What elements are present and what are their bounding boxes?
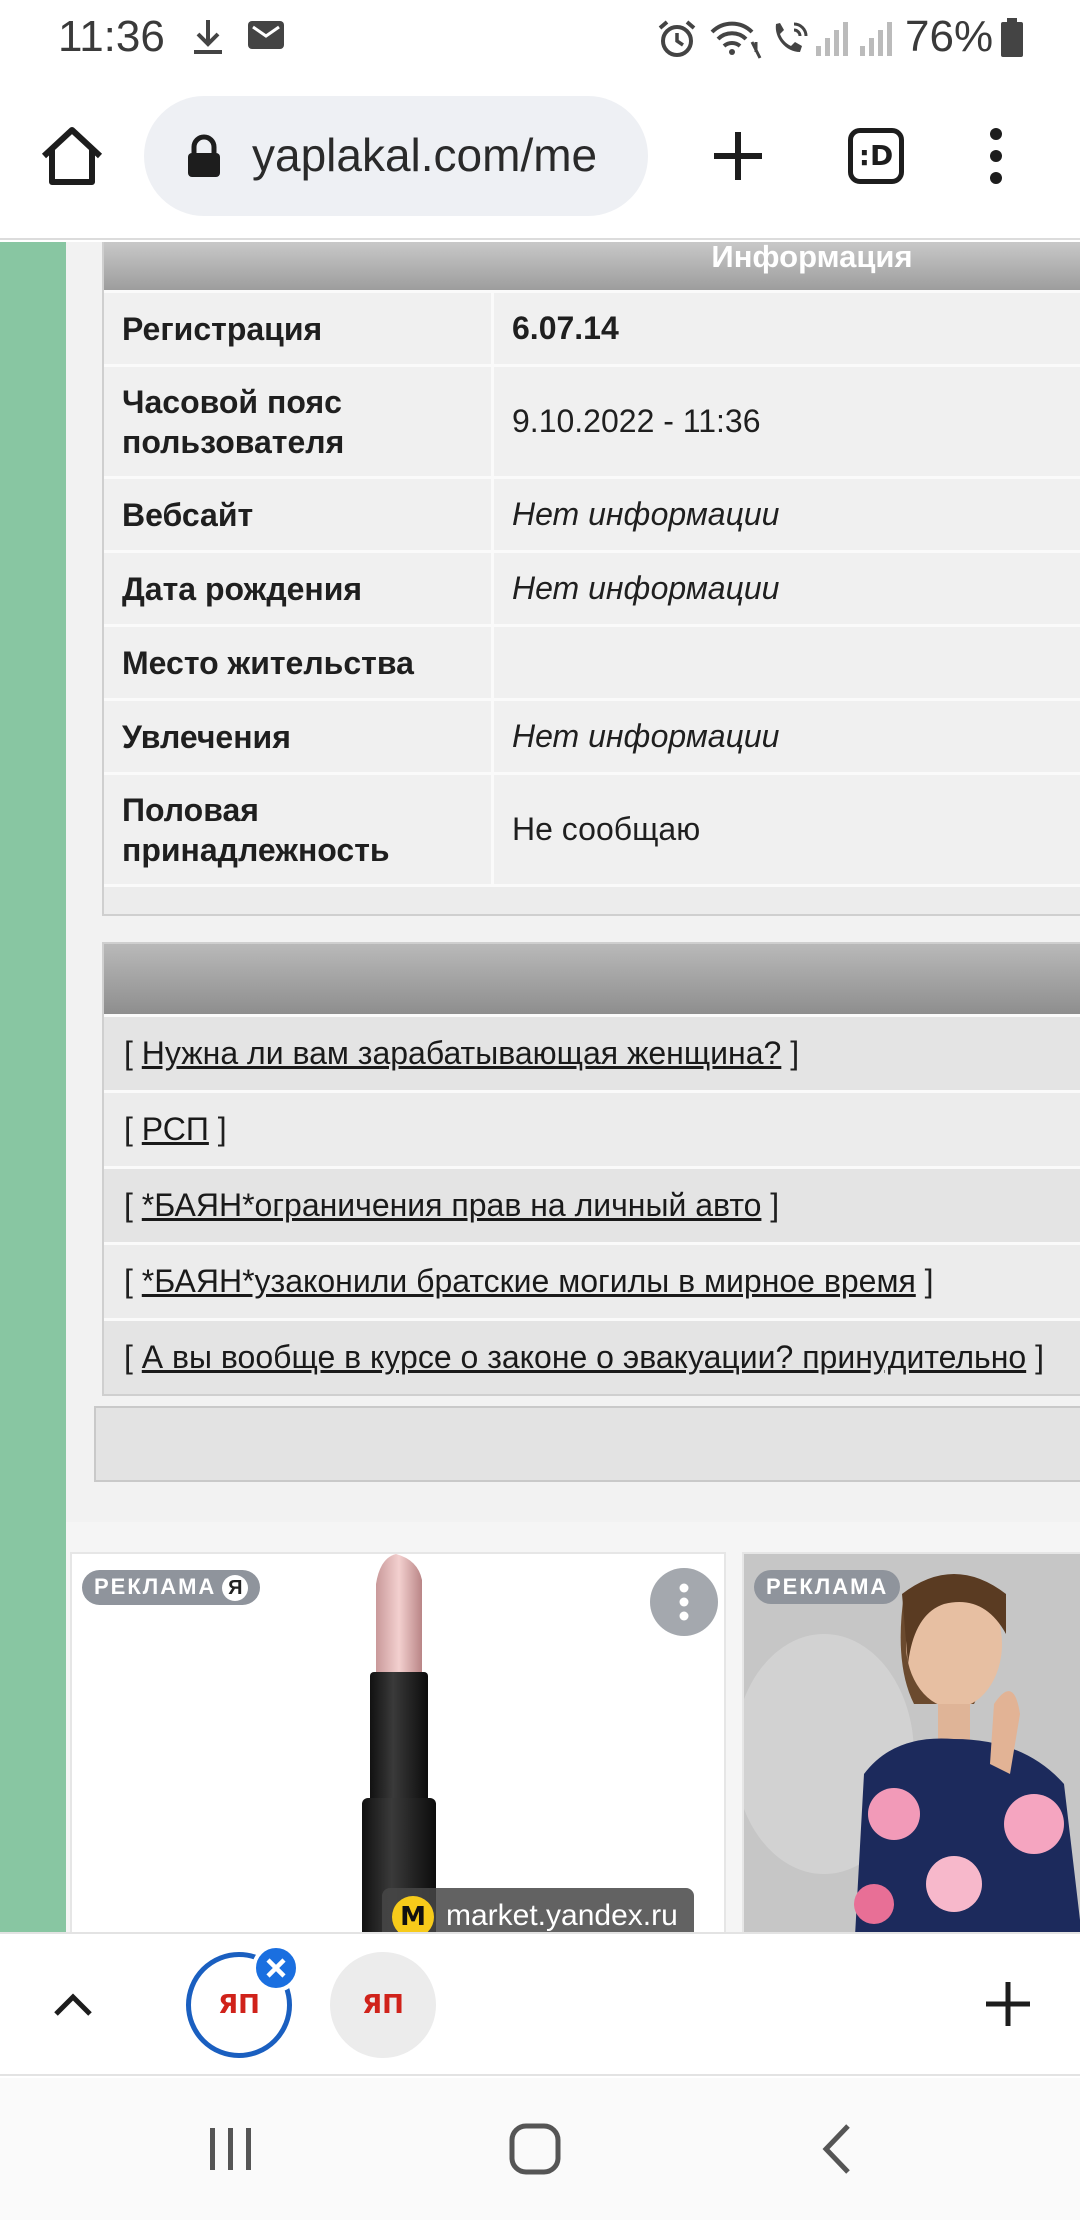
row-value [494, 627, 1080, 698]
row-label: Дата рождения [104, 553, 494, 624]
tab-favicon: ЯП [218, 1990, 260, 2020]
row-value: 6.07.14 [494, 293, 1080, 364]
topic-link[interactable]: *БАЯН*ограничения прав на личный авто [142, 1187, 762, 1224]
profile-info-table: Информация Регистрация 6.07.14 Часовой п… [102, 242, 1080, 916]
ad-card-lipstick[interactable]: РЕКЛАМА Я M market.yandex.ru [70, 1552, 726, 1932]
list-item: [ А вы вообще в курсе о законе о эвакуац… [104, 1318, 1080, 1394]
row-value: 9.10.2022 - 11:36 [494, 367, 1080, 476]
topic-link[interactable]: РСП [142, 1111, 209, 1148]
tab-switcher-button[interactable]: :D [848, 128, 904, 184]
more-vert-icon [679, 1583, 689, 1621]
topics-table: [ Нужна ли вам зарабатывающая женщина? ]… [102, 942, 1080, 1396]
tab-thumbnail[interactable]: ЯП [330, 1952, 436, 2058]
row-value: Нет информации [494, 553, 1080, 624]
row-label: Регистрация [104, 293, 494, 364]
row-value: Нет информации [494, 479, 1080, 550]
fashion-model-image [744, 1554, 1080, 1932]
add-tab-plus-icon[interactable] [978, 1974, 1038, 2034]
mail-icon [248, 21, 284, 49]
home-nav-icon[interactable] [508, 2122, 562, 2176]
ad-badge: РЕКЛАМА [754, 1570, 901, 1604]
topic-link[interactable]: Нужна ли вам зарабатывающая женщина? [142, 1035, 782, 1072]
list-item: [ *БАЯН*узаконили братские могилы в мирн… [104, 1242, 1080, 1318]
list-item: [ РСП ] [104, 1090, 1080, 1166]
signal-icon [816, 22, 848, 56]
topics-table-header [104, 944, 1080, 1014]
row-value: Нет информации [494, 701, 1080, 772]
chevron-up-icon[interactable] [48, 1980, 98, 2030]
alarm-icon [658, 20, 696, 57]
row-value: Не сообщаю [494, 775, 1080, 884]
ad-more-button[interactable] [650, 1568, 718, 1636]
yandex-mark: Я [222, 1575, 249, 1601]
browser-toolbar: yaplakal.com/me :D [0, 74, 1080, 240]
ad-domain-label[interactable]: M market.yandex.ru [382, 1888, 694, 1932]
close-icon [266, 1958, 286, 1978]
status-bar: 11:36 76% [0, 0, 1080, 74]
lipstick-image [362, 1554, 436, 1932]
ads-area: РЕКЛАМА Я M market.yandex.ru РЕКЛАМА [66, 1522, 1080, 1932]
table-row: Место жительства [104, 624, 1080, 698]
close-tab-button[interactable] [252, 1944, 300, 1992]
battery-level: 76% [905, 12, 994, 61]
info-table-header: Информация [104, 242, 1080, 290]
ad-card-fashion[interactable]: РЕКЛАМА [742, 1552, 1080, 1932]
lock-icon [188, 134, 220, 177]
table-row: Дата рождения Нет информации [104, 550, 1080, 624]
table-row: Увлечения Нет информации [104, 698, 1080, 772]
system-nav-bar [0, 2078, 1080, 2220]
web-page-content: Информация Регистрация 6.07.14 Часовой п… [0, 242, 1080, 1932]
tab-favicon: ЯП [362, 1990, 404, 2020]
table-row: Половая принадлежность Не сообщаю [104, 772, 1080, 884]
menu-dots-icon[interactable] [960, 120, 1032, 192]
recent-apps-icon[interactable] [204, 2124, 260, 2174]
tab-strip: ЯП ЯП [0, 1932, 1080, 2076]
row-label: Увлечения [104, 701, 494, 772]
signal-2-icon [860, 22, 892, 56]
topic-link[interactable]: *БАЯН*узаконили братские могилы в мирное… [142, 1263, 916, 1300]
status-time: 11:36 [58, 12, 165, 61]
ad-badge: РЕКЛАМА Я [82, 1570, 261, 1605]
download-icon [194, 20, 222, 54]
topic-link[interactable]: А вы вообще в курсе о законе о эвакуации… [142, 1339, 1026, 1376]
new-tab-plus-icon[interactable] [702, 120, 774, 192]
battery-icon [1001, 18, 1023, 57]
row-label: Половая принадлежность [104, 775, 494, 884]
table-row: Часовой пояс пользователя 9.10.2022 - 11… [104, 364, 1080, 476]
wifi-call-icon [710, 21, 762, 59]
address-bar[interactable]: yaplakal.com/me [144, 96, 648, 216]
table-row: Вебсайт Нет информации [104, 476, 1080, 550]
row-label: Место жительства [104, 627, 494, 698]
url-text: yaplakal.com/me [252, 129, 598, 181]
empty-panel [94, 1406, 1080, 1482]
list-item: [ *БАЯН*ограничения прав на личный авто … [104, 1166, 1080, 1242]
back-nav-icon[interactable] [816, 2122, 856, 2176]
left-side-strip [0, 242, 66, 1932]
list-item: [ Нужна ли вам зарабатывающая женщина? ] [104, 1014, 1080, 1090]
row-label: Вебсайт [104, 479, 494, 550]
home-icon[interactable] [36, 120, 108, 192]
volte-call-icon [775, 22, 808, 52]
table-row: Регистрация 6.07.14 [104, 290, 1080, 364]
yandex-market-logo-icon: M [392, 1896, 434, 1932]
row-label: Часовой пояс пользователя [104, 367, 494, 476]
